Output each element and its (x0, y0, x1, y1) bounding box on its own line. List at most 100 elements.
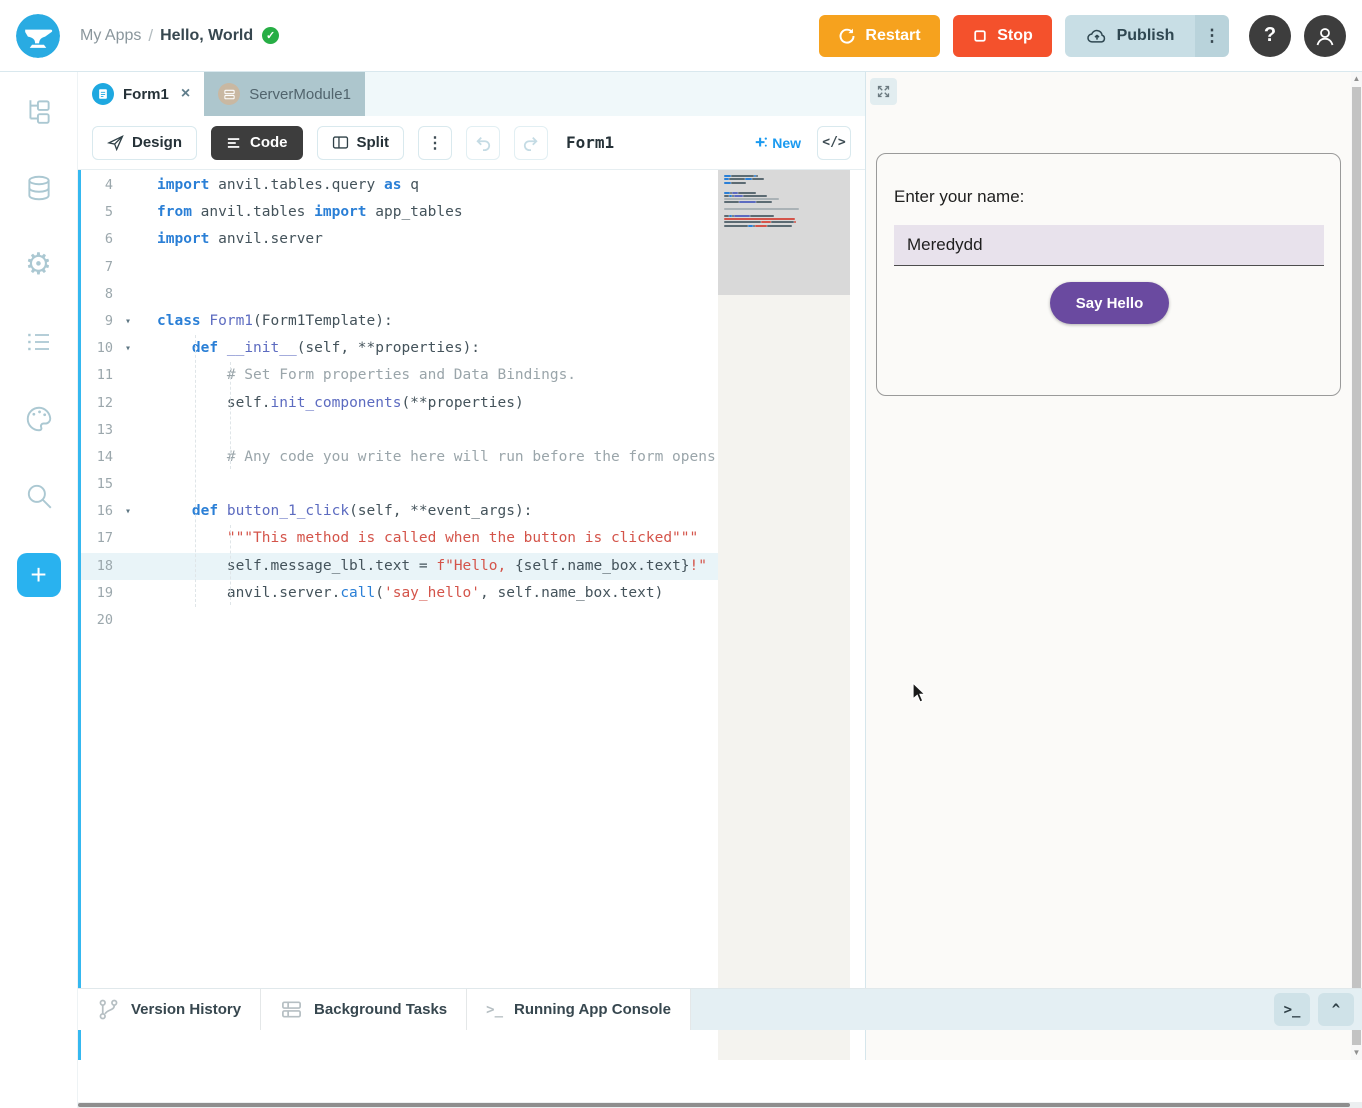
kebab-icon: ⋮ (427, 133, 443, 153)
publish-label: Publish (1117, 27, 1175, 45)
redo-button[interactable] (514, 126, 548, 160)
code-line[interactable]: 14 # Any code you write here will run be… (81, 444, 718, 471)
code-line[interactable]: 9▾class Form1(Form1Template): (81, 308, 718, 335)
workspace: Form1 × ServerModule1 Design Code (78, 72, 865, 1108)
sidebar-item-app-browser[interactable] (0, 72, 78, 149)
version-history-tab[interactable]: Version History (78, 989, 261, 1030)
line-number: 17 (81, 525, 113, 552)
new-sparkle-icon (754, 136, 768, 150)
split-view-button[interactable]: Split (317, 126, 405, 160)
minimap-viewport (718, 170, 850, 295)
open-console-button[interactable]: >_ (1274, 993, 1310, 1026)
expand-app-button[interactable] (870, 78, 897, 105)
sidebar-item-add: + (0, 534, 78, 611)
fold-arrow-icon[interactable]: ▾ (117, 335, 139, 362)
minimap-line (724, 215, 729, 217)
background-tasks-tab[interactable]: Background Tasks (261, 989, 467, 1030)
stop-label: Stop (997, 27, 1033, 45)
form-file-icon (92, 83, 114, 105)
fold-arrow-icon[interactable]: ▾ (117, 308, 139, 335)
add-plus-button[interactable]: + (17, 553, 61, 597)
tab-close-icon[interactable]: × (181, 85, 190, 103)
code-text (157, 417, 718, 444)
code-line[interactable]: 18 self.message_lbl.text = f"Hello, {sel… (81, 553, 718, 580)
new-component-link[interactable]: New (754, 135, 801, 151)
scroll-down-arrow[interactable]: ▼ (1351, 1046, 1362, 1060)
overflow-menu-button[interactable]: ⋮ (418, 126, 452, 160)
minimap[interactable] (718, 170, 850, 1060)
horizontal-scrollbar-thumb[interactable] (78, 1103, 1350, 1107)
code-line[interactable]: 5from anvil.tables import app_tables (81, 199, 718, 226)
code-toggle-button[interactable]: </> (817, 126, 851, 160)
code-line[interactable]: 17 """This method is called when the but… (81, 525, 718, 552)
code-line[interactable]: 4import anvil.tables.query as q (81, 172, 718, 199)
sidebar-item-search[interactable] (0, 457, 78, 534)
app-browser-icon (24, 96, 54, 126)
minimap-line (724, 225, 748, 227)
background-tasks-label: Background Tasks (314, 1001, 447, 1018)
line-number: 13 (81, 417, 113, 444)
line-number: 7 (81, 254, 113, 281)
code-line[interactable]: 10▾ def __init__(self, **properties): (81, 335, 718, 362)
design-view-button[interactable]: Design (92, 126, 197, 160)
sidebar-item-theme[interactable] (0, 380, 78, 457)
tab-form1-label: Form1 (123, 86, 169, 103)
code-line[interactable]: 6import anvil.server (81, 226, 718, 253)
anvil-logo[interactable] (16, 14, 60, 58)
question-mark-icon: ? (1264, 24, 1276, 47)
sidebar-item-list[interactable] (0, 303, 78, 380)
fold-arrow-icon[interactable]: ▾ (117, 498, 139, 525)
code-line[interactable]: 15 (81, 471, 718, 498)
fold-spacer (117, 281, 139, 308)
say-hello-button[interactable]: Say Hello (1050, 282, 1169, 324)
code-line[interactable]: 12 self.init_components(**properties) (81, 390, 718, 417)
running-app-console-tab[interactable]: >_ Running App Console (467, 989, 691, 1030)
line-number: 9 (81, 308, 113, 335)
code-view-button[interactable]: Code (211, 126, 303, 160)
settings-gear-icon: ⚙ (25, 250, 52, 280)
collapse-panel-button[interactable]: ^ (1318, 993, 1354, 1026)
line-number: 12 (81, 390, 113, 417)
help-button[interactable]: ? (1249, 15, 1291, 57)
breadcrumb-my-apps[interactable]: My Apps (80, 27, 141, 45)
publish-menu-button[interactable]: ⋮ (1195, 15, 1229, 57)
code-line[interactable]: 8 (81, 281, 718, 308)
minimap-line (724, 218, 795, 220)
horizontal-scrollbar[interactable] (78, 1102, 1362, 1108)
minimap-line (756, 201, 772, 203)
restart-button[interactable]: Restart (819, 15, 940, 57)
anvil-ide: { "glyphs": { "close": "×", "kebab": "⋮"… (0, 0, 1362, 1108)
indent-guide (230, 362, 231, 469)
breadcrumb-separator: / (148, 26, 153, 46)
stop-button[interactable]: Stop (953, 15, 1052, 57)
sidebar-item-data-tables[interactable] (0, 149, 78, 226)
code-text (157, 471, 718, 498)
toolbar-right: New </> (754, 126, 865, 160)
split-label: Split (357, 134, 390, 151)
gutter: 12 (81, 390, 157, 417)
code-line[interactable]: 20 (81, 607, 718, 634)
code-line[interactable]: 11 # Set Form properties and Data Bindin… (81, 362, 718, 389)
code-lines[interactable]: 4import anvil.tables.query as q5from anv… (81, 170, 718, 1060)
name-input[interactable] (894, 225, 1324, 266)
user-icon (1313, 24, 1337, 48)
scroll-up-arrow[interactable]: ▲ (1351, 72, 1362, 86)
account-button[interactable] (1304, 15, 1346, 57)
line-number: 16 (81, 498, 113, 525)
tab-servermodule1[interactable]: ServerModule1 (204, 72, 365, 116)
indent-guide (195, 335, 196, 607)
vertical-scrollbar[interactable]: ▲ ▼ (1351, 72, 1362, 1060)
code-line[interactable]: 16▾ def button_1_click(self, **event_arg… (81, 498, 718, 525)
minimap-line (734, 215, 750, 217)
publish-button[interactable]: Publish (1065, 15, 1195, 57)
scrollbar-thumb[interactable] (1352, 87, 1361, 1045)
code-line[interactable]: 7 (81, 254, 718, 281)
sidebar-item-settings[interactable]: ⚙ (0, 226, 78, 303)
tab-form1[interactable]: Form1 × (78, 72, 204, 116)
code-line[interactable]: 13 (81, 417, 718, 444)
undo-button[interactable] (466, 126, 500, 160)
fold-spacer (117, 362, 139, 389)
code-editor[interactable]: 4import anvil.tables.query as q5from anv… (78, 170, 865, 1060)
line-number: 4 (81, 172, 113, 199)
code-line[interactable]: 19 anvil.server.call('say_hello', self.n… (81, 580, 718, 607)
